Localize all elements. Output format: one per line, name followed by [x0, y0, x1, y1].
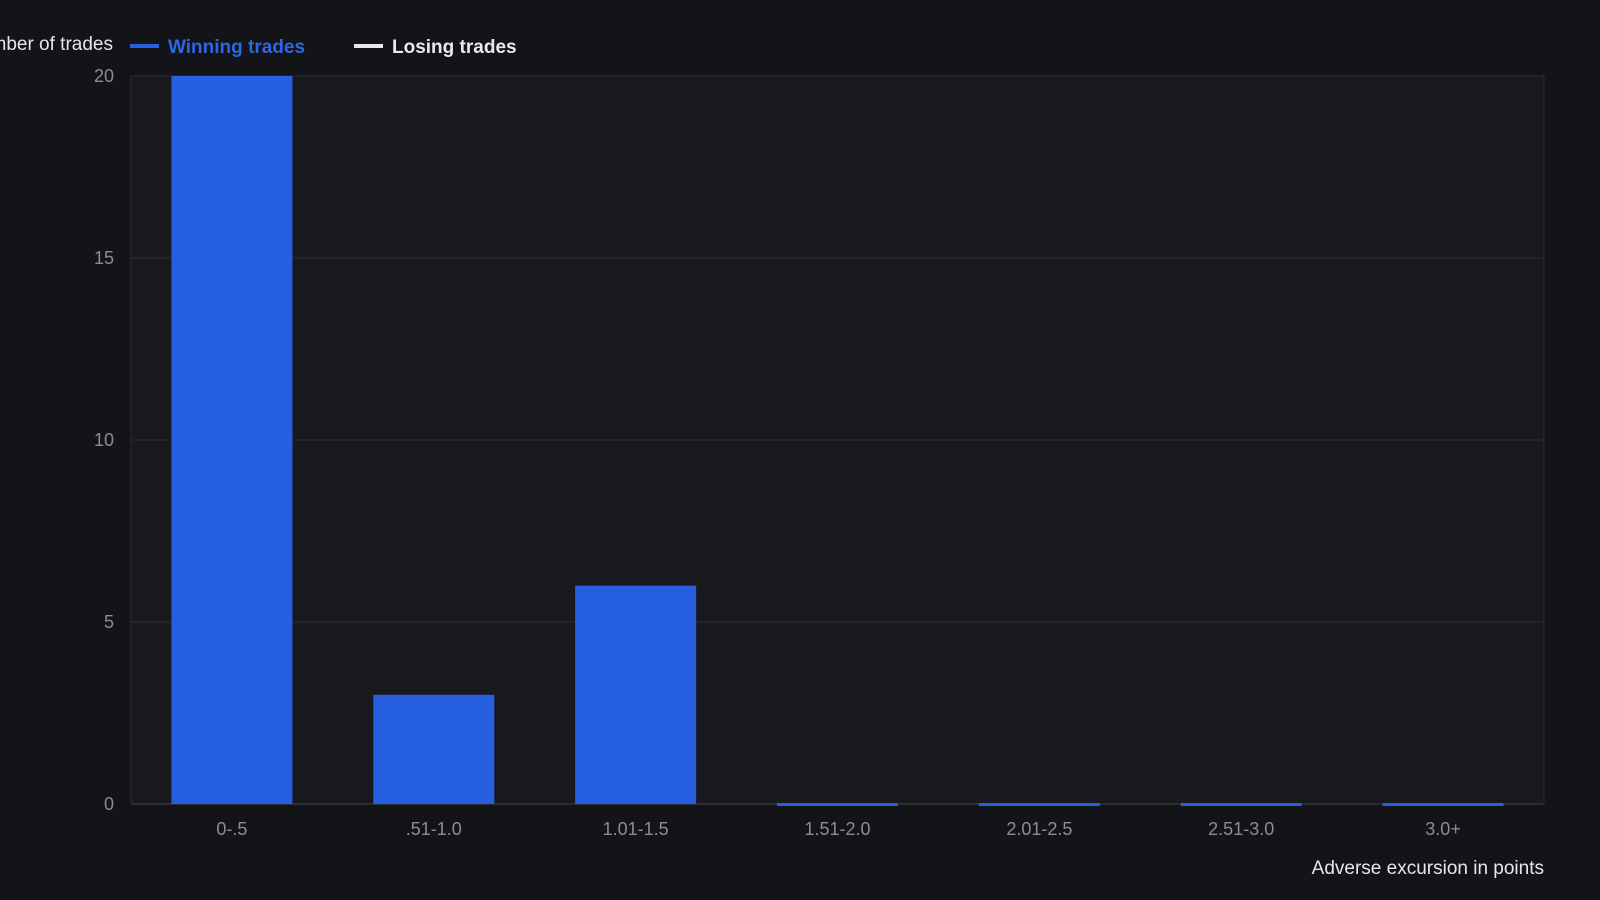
x-tick-label: 3.0+: [1425, 819, 1461, 839]
x-tick-label: 2.51-3.0: [1208, 819, 1274, 839]
chart-container: 0 5 10 15 20 0-.5 .51-1.0 1.01-1.5 1.51-2.0 2.01…: [0, 0, 1600, 900]
y-tick-label: 0: [104, 794, 114, 814]
x-tick-label: 1.01-1.5: [603, 819, 669, 839]
x-tick-label: 0-.5: [216, 819, 247, 839]
legend: Winning trades Losing trades: [130, 37, 517, 58]
y-tick-label: 10: [94, 430, 114, 450]
x-axis-title: Adverse excursion in points: [1312, 858, 1544, 879]
bar-winning-6[interactable]: [1382, 803, 1504, 806]
x-axis-ticks: 0-.5 .51-1.0 1.01-1.5 1.51-2.0 2.01-2.5 2.51-…: [216, 819, 1460, 839]
bar-winning-0[interactable]: [171, 76, 293, 804]
legend-item-losing[interactable]: Losing trades: [354, 37, 517, 58]
y-axis-ticks: 0 5 10 15 20: [94, 66, 114, 814]
y-axis-title: Number of trades: [0, 34, 113, 55]
bar-chart: 0 5 10 15 20 0-.5 .51-1.0 1.01-1.5 1.51-2.0 2.01…: [0, 34, 1545, 879]
y-tick-label: 20: [94, 66, 114, 86]
bar-winning-3[interactable]: [777, 803, 898, 806]
legend-label-winning: Winning trades: [168, 37, 305, 58]
x-tick-label: 1.51-2.0: [804, 819, 870, 839]
x-tick-label: .51-1.0: [406, 819, 462, 839]
bar-winning-4[interactable]: [978, 803, 1100, 806]
bar-winning-2[interactable]: [575, 585, 697, 804]
x-tick-label: 2.01-2.5: [1006, 819, 1072, 839]
bar-winning-5[interactable]: [1180, 803, 1302, 806]
y-tick-label: 5: [104, 612, 114, 632]
bar-winning-1[interactable]: [373, 694, 495, 804]
legend-label-losing: Losing trades: [392, 37, 517, 58]
y-tick-label: 15: [94, 248, 114, 268]
legend-item-winning[interactable]: Winning trades: [130, 37, 305, 58]
